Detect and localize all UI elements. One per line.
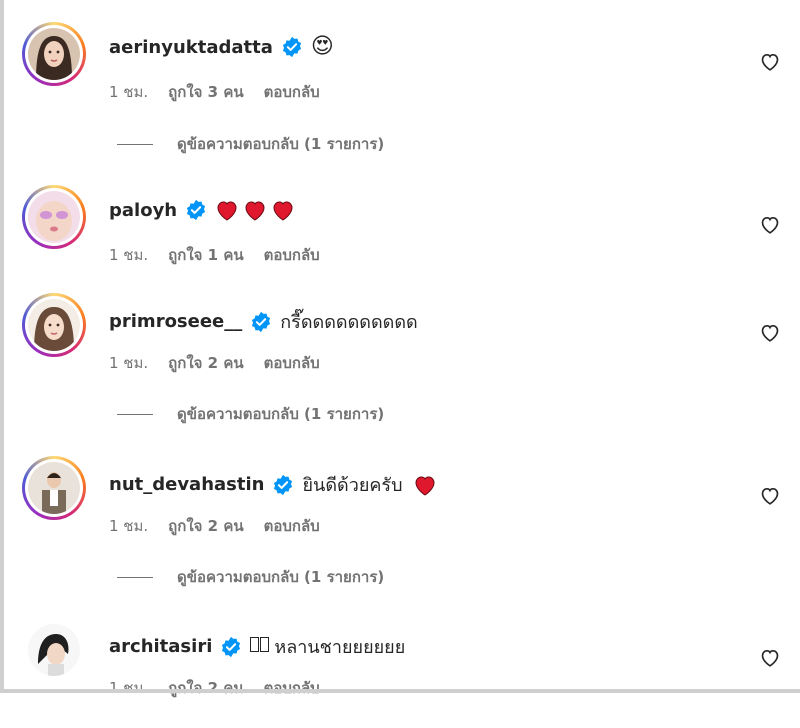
comment-time: 1 ชม. bbox=[109, 679, 149, 697]
heart-outline-icon bbox=[761, 216, 779, 234]
avatar bbox=[28, 28, 80, 80]
avatar-story-ring[interactable] bbox=[22, 22, 86, 86]
verified-badge-icon bbox=[282, 36, 301, 58]
missing-glyph-icon bbox=[250, 636, 270, 657]
comment-text: ยินดีด้วยครับ bbox=[302, 475, 403, 496]
comment-time: 1 ชม. bbox=[109, 354, 149, 372]
view-replies-button[interactable]: ดูข้อความตอบกลับ (1 รายการ) bbox=[117, 132, 384, 156]
heart-outline-icon bbox=[761, 649, 779, 667]
red-heart-emoji-icon bbox=[245, 201, 265, 221]
view-replies-button[interactable]: ดูข้อความตอบกลับ (1 รายการ) bbox=[117, 402, 384, 426]
red-heart-emoji-icon bbox=[217, 201, 237, 221]
reply-button[interactable]: ตอบกลับ bbox=[264, 80, 320, 104]
comment-time: 1 ชม. bbox=[109, 83, 149, 101]
red-heart-emoji-icon bbox=[415, 475, 435, 496]
avatar bbox=[28, 624, 80, 676]
avatar-story-ring[interactable] bbox=[22, 293, 86, 357]
like-button[interactable] bbox=[758, 645, 782, 669]
verified-badge-icon bbox=[222, 636, 241, 657]
comment-text: กรี๊ดดดดดดดดดด bbox=[280, 312, 418, 333]
divider-line bbox=[117, 143, 153, 145]
username[interactable]: primroseee__ bbox=[109, 311, 242, 332]
reply-button[interactable]: ตอบกลับ bbox=[264, 514, 320, 538]
like-button[interactable] bbox=[758, 320, 782, 344]
comment-item: primroseee__ กรี๊ดดดดดดดดดด 1 ชม. ถูกใจ … bbox=[0, 293, 800, 403]
comment-item: aerinyuktadatta 😍 1 ชม. ถูกใจ 3 คน ตอบกล… bbox=[0, 22, 800, 132]
comment-item: paloyh 1 ชม. ถูกใจ 1 คน ตอบกลับ bbox=[0, 185, 800, 295]
avatar-story-ring[interactable] bbox=[22, 456, 86, 520]
like-button[interactable] bbox=[758, 49, 782, 73]
view-replies-button[interactable]: ดูข้อความตอบกลับ (1 รายการ) bbox=[117, 565, 384, 589]
avatar-story-ring[interactable] bbox=[22, 185, 86, 249]
username[interactable]: paloyh bbox=[109, 200, 177, 221]
likes-count[interactable]: ถูกใจ 1 คน bbox=[168, 243, 243, 267]
reply-button[interactable]: ตอบกลับ bbox=[264, 243, 320, 267]
likes-count[interactable]: ถูกใจ 2 คน bbox=[168, 676, 243, 700]
likes-count[interactable]: ถูกใจ 2 คน bbox=[168, 514, 243, 538]
username[interactable]: architasiri bbox=[109, 636, 212, 657]
comment-time: 1 ชม. bbox=[109, 517, 149, 535]
red-heart-emoji-icon bbox=[273, 201, 293, 221]
bottom-border bbox=[0, 689, 800, 693]
view-replies-label: ดูข้อความตอบกลับ (1 รายการ) bbox=[177, 568, 385, 586]
avatar bbox=[28, 299, 80, 351]
emoji: 😍 bbox=[310, 34, 334, 59]
username[interactable]: nut_devahastin bbox=[109, 474, 264, 495]
view-replies-label: ดูข้อความตอบกลับ (1 รายการ) bbox=[177, 405, 385, 423]
comment-text: หลานชายยยยยย bbox=[274, 637, 406, 658]
avatar-ring[interactable] bbox=[22, 618, 86, 682]
like-button[interactable] bbox=[758, 483, 782, 507]
avatar bbox=[28, 462, 80, 514]
heart-outline-icon bbox=[761, 487, 779, 505]
comment-item: architasiri หลานชายยยยยย 1 ชม. ถูกใจ 2 ค… bbox=[0, 618, 800, 728]
reply-button[interactable]: ตอบกลับ bbox=[264, 676, 320, 700]
reply-button[interactable]: ตอบกลับ bbox=[264, 351, 320, 375]
view-replies-label: ดูข้อความตอบกลับ (1 รายการ) bbox=[177, 135, 385, 153]
verified-badge-icon bbox=[187, 199, 206, 221]
likes-count[interactable]: ถูกใจ 2 คน bbox=[168, 351, 243, 375]
verified-badge-icon bbox=[252, 311, 271, 332]
likes-count[interactable]: ถูกใจ 3 คน bbox=[168, 80, 243, 104]
username[interactable]: aerinyuktadatta bbox=[109, 37, 273, 58]
verified-badge-icon bbox=[274, 474, 293, 495]
comment-time: 1 ชม. bbox=[109, 246, 149, 264]
heart-outline-icon bbox=[761, 53, 779, 71]
heart-outline-icon bbox=[761, 324, 779, 342]
like-button[interactable] bbox=[758, 212, 782, 236]
comment-item: nut_devahastin ยินดีด้วยครับ 1 ชม. ถูกใจ… bbox=[0, 456, 800, 566]
divider-line bbox=[117, 576, 153, 578]
avatar bbox=[28, 191, 80, 243]
divider-line bbox=[117, 413, 153, 415]
